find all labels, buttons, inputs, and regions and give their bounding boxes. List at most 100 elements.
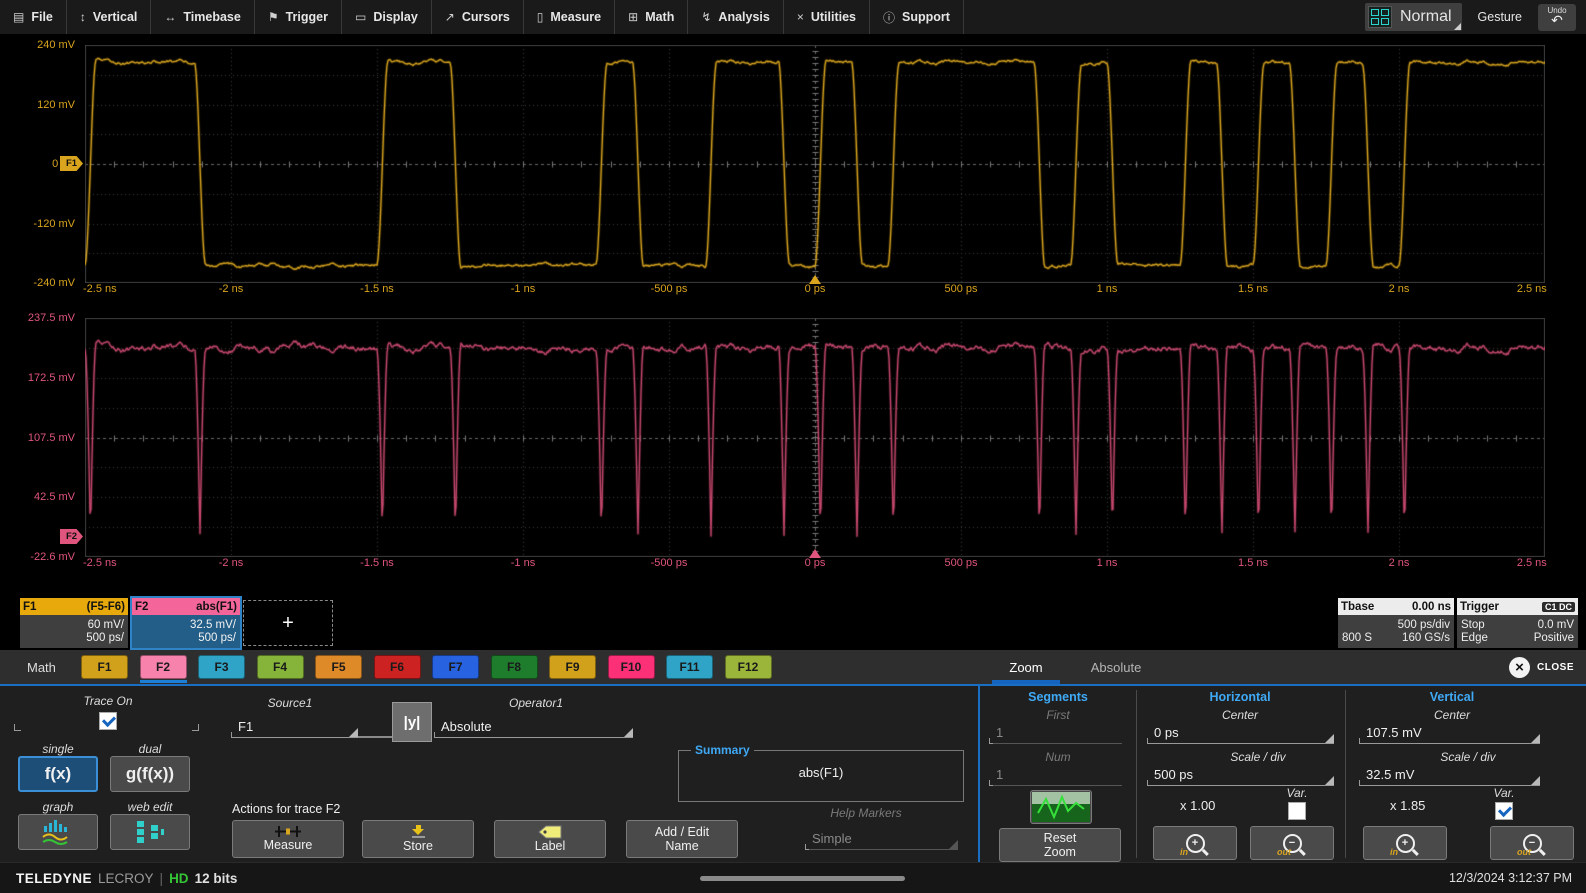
- tab-f4[interactable]: F4: [257, 655, 304, 679]
- trace-on-label: Trace On: [83, 694, 132, 708]
- graph-label: graph: [43, 800, 74, 814]
- x-axis-tick-label: -2.5 ns: [83, 283, 117, 295]
- close-icon: ×: [1509, 657, 1530, 678]
- timebase-header: Tbase 0.00 ns: [1338, 598, 1454, 615]
- menu-items: ▤File↕Vertical↔Timebase⚑Trigger▭Display↗…: [0, 0, 964, 34]
- tab-f2[interactable]: F2: [140, 655, 187, 679]
- tab-f12[interactable]: F12: [725, 655, 772, 679]
- help-markers-dropdown[interactable]: Simple: [806, 826, 958, 850]
- tab-f11[interactable]: F11: [666, 655, 713, 679]
- horizontal-var-checkbox[interactable]: [1288, 802, 1306, 820]
- dual-gfx-button[interactable]: g(f(x)): [110, 756, 190, 792]
- reset-zoom-button[interactable]: Reset Zoom: [999, 828, 1121, 862]
- f2-waveform-canvas[interactable]: [85, 318, 1545, 557]
- waveform-display-area: 240 mV120 mV0 µV-120 mV-240 mV -2.5 ns-2…: [0, 34, 1586, 592]
- web-edit-button[interactable]: [110, 814, 190, 850]
- horizontal-center-label: Center: [1222, 708, 1258, 722]
- y-axis-tick-label: 237.5 mV: [1, 312, 75, 324]
- segments-num-input[interactable]: 1: [990, 764, 1122, 786]
- menu-display[interactable]: ▭Display: [342, 0, 432, 34]
- x-axis-tick-label: -2.5 ns: [83, 557, 117, 569]
- vertical-center-input[interactable]: 107.5 mV: [1360, 722, 1540, 744]
- f1-trace-descriptor[interactable]: F1 (F5-F6) 60 mV/ 500 ps/: [20, 598, 128, 648]
- trace-on-checkbox[interactable]: [99, 712, 117, 730]
- x-axis-tick-label: 1.5 ns: [1238, 557, 1268, 569]
- timebase-descriptor[interactable]: Tbase 0.00 ns 500 ps/div 800 S160 GS/s: [1338, 598, 1454, 648]
- tab-f6[interactable]: F6: [374, 655, 421, 679]
- graph-button[interactable]: [18, 814, 98, 850]
- display-layout-button[interactable]: Normal: [1365, 3, 1462, 31]
- vertical-var-checkbox[interactable]: [1495, 802, 1513, 820]
- f2-zero-level-marker[interactable]: F2: [60, 529, 83, 544]
- gesture-label[interactable]: Gesture: [1478, 10, 1522, 24]
- menu-right: Normal Gesture Undo ↶: [1365, 0, 1576, 34]
- vertical-zoom-in-button[interactable]: + in: [1363, 826, 1447, 860]
- horizontal-scale-input[interactable]: 500 ps: [1148, 764, 1334, 786]
- web-edit-icon: [135, 819, 165, 845]
- menu-label: Display: [373, 10, 417, 24]
- tab-absolute[interactable]: Absolute: [1080, 650, 1152, 684]
- f1-trigger-position-marker[interactable]: [809, 275, 821, 284]
- undo-arrow-icon: ↶: [1551, 13, 1563, 27]
- label-tag-icon: [537, 825, 563, 839]
- menu-trigger[interactable]: ⚑Trigger: [255, 0, 342, 34]
- measure-button[interactable]: Measure: [232, 820, 344, 858]
- tab-f7[interactable]: F7: [432, 655, 479, 679]
- segments-num-label: Num: [1045, 750, 1070, 764]
- x-axis-tick-label: -1.5 ns: [360, 283, 394, 295]
- menu-cursors[interactable]: ↗Cursors: [432, 0, 524, 34]
- f1-zero-level-marker[interactable]: F1: [60, 156, 83, 171]
- x-axis-tick-label: -1 ns: [511, 283, 535, 295]
- f1-waveform-canvas[interactable]: [85, 45, 1545, 283]
- trigger-descriptor[interactable]: Trigger C1 DC Stop0.0 mV EdgePositive: [1457, 598, 1578, 648]
- close-panel-button[interactable]: × CLOSE: [1509, 650, 1574, 684]
- math-tab-row: Math F1 F2 F3 F4 F5 F6 F7 F8 F9 F10 F11 F12 Zoom Ab…: [0, 650, 1586, 684]
- vertical-zoom-out-button[interactable]: − out: [1490, 826, 1574, 860]
- add-edit-name-button[interactable]: Add / Edit Name: [626, 820, 738, 858]
- horizontal-center-input[interactable]: 0 ps: [1148, 722, 1334, 744]
- label-button[interactable]: Label: [494, 820, 606, 858]
- segments-first-input[interactable]: 1: [990, 722, 1122, 744]
- menu-analysis[interactable]: ↯Analysis: [688, 0, 783, 34]
- actions-label: Actions for trace F2: [232, 802, 340, 816]
- math-panel-title: Math: [27, 650, 56, 684]
- menu-vertical[interactable]: ↕Vertical: [67, 0, 151, 34]
- undo-button[interactable]: Undo ↶: [1538, 4, 1576, 31]
- single-fx-button[interactable]: f(x): [18, 756, 98, 792]
- y-axis-tick-label: 240 mV: [1, 39, 75, 51]
- vertical-scale-input[interactable]: 32.5 mV: [1360, 764, 1540, 786]
- menu-math[interactable]: ⊞Math: [615, 0, 688, 34]
- menu-measure[interactable]: ▯Measure: [524, 0, 615, 34]
- tab-f5[interactable]: F5: [315, 655, 362, 679]
- store-button[interactable]: Store: [362, 820, 474, 858]
- tab-zoom[interactable]: Zoom: [992, 650, 1060, 684]
- horizontal-zoom-out-button[interactable]: − out: [1250, 826, 1334, 860]
- f2-trigger-position-marker[interactable]: [809, 549, 821, 558]
- y-axis-tick-label: 107.5 mV: [1, 432, 75, 444]
- f2-descriptor-body: 32.5 mV/ 500 ps/: [132, 615, 240, 648]
- x-axis-tick-label: 0 ps: [805, 557, 826, 569]
- dual-label: dual: [139, 742, 162, 756]
- cursors-icon: ↗: [445, 10, 455, 24]
- add-trace-button[interactable]: +: [243, 600, 333, 646]
- tab-f3[interactable]: F3: [198, 655, 245, 679]
- menu-timebase[interactable]: ↔Timebase: [151, 0, 254, 34]
- y-axis-tick-label: 172.5 mV: [1, 372, 75, 384]
- tab-f9[interactable]: F9: [549, 655, 596, 679]
- status-scrollbar[interactable]: [700, 876, 905, 881]
- menu-label: Vertical: [93, 10, 137, 24]
- tab-f8[interactable]: F8: [491, 655, 538, 679]
- tab-f10[interactable]: F10: [608, 655, 655, 679]
- absolute-operator-icon[interactable]: |y|: [392, 702, 432, 742]
- math-setup-panel: Trace On single f(x) dual g(f(x)) graph …: [0, 684, 1586, 862]
- horizontal-zoom-in-button[interactable]: + in: [1153, 826, 1237, 860]
- source1-dropdown[interactable]: F1: [232, 714, 358, 738]
- menu-file[interactable]: ▤File: [0, 0, 67, 34]
- tab-f1[interactable]: F1: [81, 655, 128, 679]
- menu-support[interactable]: ⓘSupport: [870, 0, 964, 34]
- f2-trace-descriptor[interactable]: F2 abs(F1) 32.5 mV/ 500 ps/: [132, 598, 240, 648]
- menu-utilities[interactable]: ×Utilities: [784, 0, 870, 34]
- status-bar: TELEDYNE LECROY | HD 12 bits 12/3/2024 3…: [0, 862, 1586, 893]
- operator1-dropdown[interactable]: Absolute: [435, 714, 633, 738]
- segment-waveform-button[interactable]: [1030, 790, 1092, 824]
